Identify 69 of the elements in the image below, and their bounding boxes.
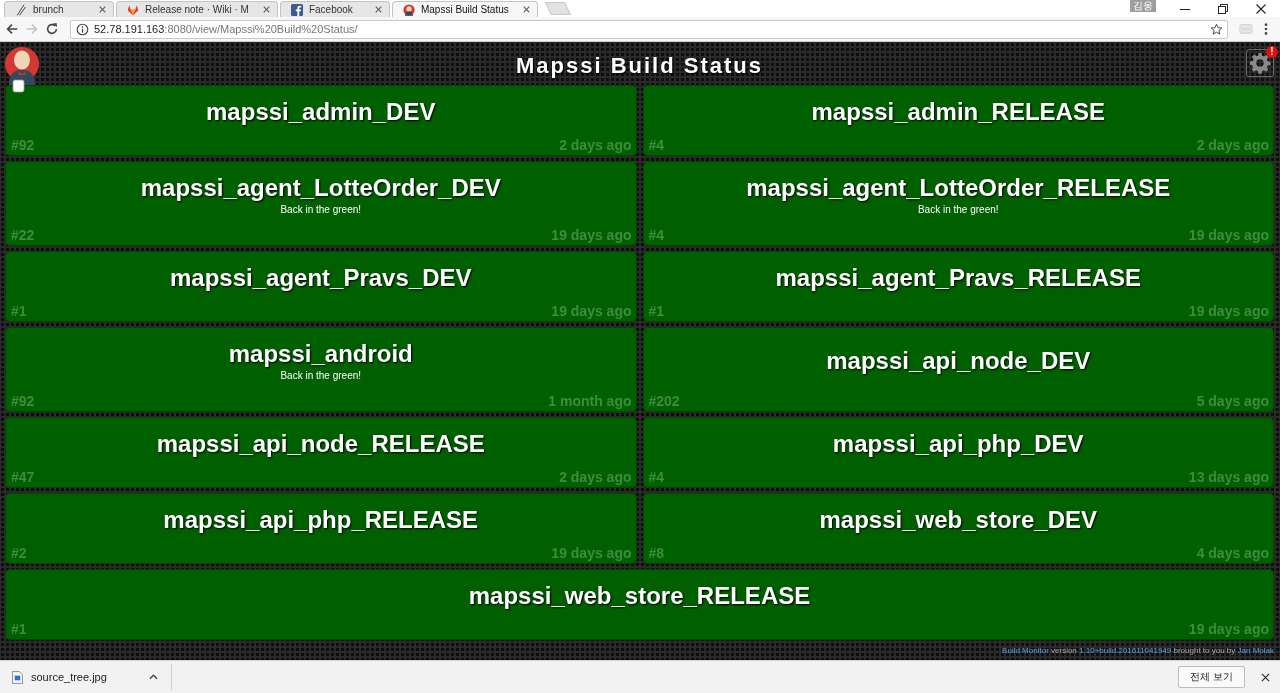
fox-icon	[127, 3, 139, 16]
extension-icon	[1239, 22, 1253, 36]
job-name[interactable]: mapssi_admin_RELEASE	[811, 97, 1105, 127]
footer-link[interactable]: Jan Molak	[1237, 645, 1274, 655]
close-icon	[374, 6, 382, 13]
restore-icon	[1218, 3, 1228, 14]
page-title: Mapssi Build Status	[515, 52, 763, 79]
footer-link[interactable]: Build Monitor	[1002, 645, 1049, 655]
job-name[interactable]: mapssi_android	[228, 339, 413, 369]
close-icon	[1256, 3, 1266, 14]
job-name[interactable]: mapssi_api_node_DEV	[826, 346, 1091, 376]
settings-icon	[1249, 52, 1271, 74]
tab-close-button[interactable]	[522, 6, 530, 13]
back-arrow-icon	[5, 22, 19, 36]
show-all-button[interactable]: 전체 보기	[1177, 666, 1245, 688]
build-time: 1 month ago	[548, 393, 632, 409]
menu-icon	[1264, 22, 1268, 36]
build-time: 13 days ago	[1188, 469, 1269, 485]
build-time: 2 days ago	[559, 137, 632, 153]
close-icon	[1261, 672, 1270, 682]
job-name[interactable]: mapssi_agent_Pravs_DEV	[170, 263, 472, 293]
forward-arrow-icon	[25, 22, 39, 36]
tab-close-button[interactable]	[262, 6, 270, 13]
build-time: 5 days ago	[1196, 393, 1269, 409]
address-field[interactable]: 52.78.191.163:8080/view/Mapssi%20Build%20Status/	[70, 19, 1228, 39]
job-name[interactable]: mapssi_agent_LotteOrder_DEV	[140, 173, 501, 203]
download-menu-button[interactable]	[148, 674, 158, 680]
job-name[interactable]: mapssi_api_node_RELEASE	[156, 429, 485, 459]
info-icon	[76, 22, 89, 36]
build-time: 19 days ago	[1188, 303, 1269, 319]
close-icon	[262, 6, 270, 13]
pen-icon	[15, 3, 27, 16]
build-time: 2 days ago	[1196, 137, 1269, 153]
build-time: 2 days ago	[559, 469, 632, 485]
footer-link[interactable]: 1.10+build.201611041949	[1079, 645, 1172, 655]
tab-close-button[interactable]	[374, 6, 382, 13]
download-item[interactable]: source_tree.jpg	[12, 670, 107, 684]
file-icon	[12, 670, 23, 684]
bookmark-button[interactable]	[1210, 22, 1223, 36]
notification-badge: !	[1266, 46, 1278, 58]
build-time: 19 days ago	[551, 227, 632, 243]
browser-tab[interactable]: Release note · Wiki · M	[116, 1, 278, 17]
build-time: 19 days ago	[551, 545, 632, 561]
close-button[interactable]	[1261, 672, 1270, 682]
job-message: Back in the green!	[280, 203, 362, 217]
job-name[interactable]: mapssi_web_store_RELEASE	[468, 581, 811, 611]
job-name[interactable]: mapssi_web_store_DEV	[819, 505, 1097, 535]
job-message: Back in the green!	[917, 203, 999, 217]
job-message: Back in the green!	[280, 369, 362, 383]
footer-credits: Build Monitor version 1.10+build.201611041949 brought to you by Jan Molak	[1002, 645, 1274, 655]
mascot-logo-icon	[402, 3, 415, 16]
reload-icon	[45, 22, 59, 36]
job-name[interactable]: mapssi_admin_DEV	[206, 97, 436, 127]
star-icon	[1210, 22, 1223, 36]
browser-tab[interactable]: Facebook	[279, 1, 390, 17]
job-name[interactable]: mapssi_api_php_DEV	[832, 429, 1084, 459]
browser-tab[interactable]: brunch	[4, 1, 114, 17]
close-icon	[522, 6, 530, 13]
job-name[interactable]: mapssi_api_php_RELEASE	[163, 505, 479, 535]
build-time: 4 days ago	[1196, 545, 1269, 561]
build-time: 19 days ago	[551, 303, 632, 319]
caret-icon	[148, 674, 158, 680]
tab-close-button[interactable]	[99, 6, 106, 13]
browser-tab[interactable]: Mapssi Build Status	[391, 1, 538, 17]
job-name[interactable]: mapssi_agent_Pravs_RELEASE	[775, 263, 1141, 293]
build-time: 19 days ago	[1188, 227, 1269, 243]
close-icon	[99, 6, 106, 13]
job-name[interactable]: mapssi_agent_LotteOrder_RELEASE	[746, 173, 1171, 203]
build-time: 19 days ago	[1188, 621, 1269, 637]
